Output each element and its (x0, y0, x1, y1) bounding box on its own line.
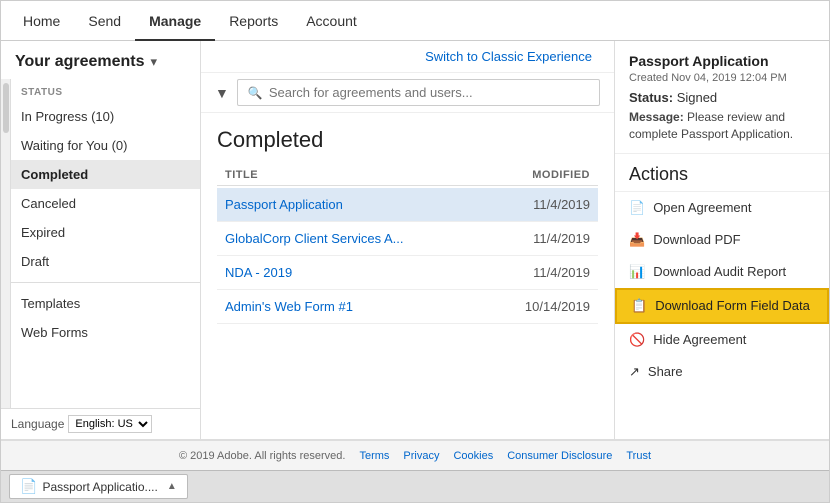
col-header-modified: MODIFIED (500, 169, 590, 181)
center-content: Switch to Classic Experience ▼ 🔍 Complet… (201, 41, 614, 439)
bottom-tab[interactable]: 📄 Passport Applicatio.... ▲ (9, 474, 188, 499)
footer-link-cookies[interactable]: Cookies (453, 450, 493, 462)
search-icon: 🔍 (248, 86, 263, 100)
action-hide-agreement[interactable]: 🚫 Hide Agreement (615, 324, 829, 356)
scroll-thumb (3, 83, 9, 133)
action-open-agreement[interactable]: 📄 Open Agreement (615, 192, 829, 224)
rp-message-row: Message: Please review and complete Pass… (629, 109, 815, 143)
scroll-track[interactable] (1, 79, 11, 408)
action-download-pdf[interactable]: 📥 Download PDF (615, 224, 829, 256)
language-select[interactable]: English: US (68, 415, 152, 433)
footer-link-terms[interactable]: Terms (359, 450, 389, 462)
nav-item-reports[interactable]: Reports (215, 1, 292, 41)
sidebar-item-web-forms[interactable]: Web Forms (11, 318, 200, 347)
action-download-audit-report[interactable]: 📊 Download Audit Report (615, 256, 829, 288)
action-open-label: Open Agreement (653, 200, 751, 215)
sidebar-items: STATUS In Progress (10) Waiting for You … (11, 79, 200, 408)
footer-link-consumer-disclosure[interactable]: Consumer Disclosure (507, 450, 612, 462)
bottom-bar: 📄 Passport Applicatio.... ▲ (1, 470, 829, 502)
sidebar-header[interactable]: Your agreements ▾ (1, 41, 200, 79)
main-body: Your agreements ▾ STATUS In Progress (10… (1, 41, 829, 440)
sidebar-item-draft[interactable]: Draft (11, 247, 200, 276)
chevron-down-icon: ▾ (151, 54, 158, 70)
action-download-form-label: Download Form Field Data (655, 298, 810, 313)
top-nav: Home Send Manage Reports Account (1, 1, 829, 41)
bottom-tab-icon: 📄 (20, 478, 37, 495)
sidebar-section-divider (11, 282, 200, 283)
row-title: Passport Application (225, 197, 500, 212)
bottom-tab-label: Passport Applicatio.... (42, 480, 157, 494)
action-hide-label: Hide Agreement (653, 332, 746, 347)
rp-status-row: Status: Signed (629, 90, 815, 105)
action-download-pdf-label: Download PDF (653, 232, 740, 247)
rp-message-label: Message: (629, 110, 684, 124)
row-title: Admin's Web Form #1 (225, 299, 500, 314)
download-form-icon: 📋 (631, 298, 647, 314)
action-download-form-field-data[interactable]: 📋 Download Form Field Data (615, 288, 829, 324)
sidebar-item-waiting-for-you[interactable]: Waiting for You (0) (11, 131, 200, 160)
sidebar-content: STATUS In Progress (10) Waiting for You … (1, 79, 200, 408)
row-modified: 11/4/2019 (500, 197, 590, 212)
switch-classic-link[interactable]: Switch to Classic Experience (425, 49, 592, 64)
rp-created: Created Nov 04, 2019 12:04 PM (629, 72, 815, 84)
language-selector[interactable]: Language English: US (1, 408, 200, 439)
sidebar-item-in-progress[interactable]: In Progress (10) (11, 102, 200, 131)
search-row: ▼ 🔍 (201, 73, 614, 113)
section-title: Completed (217, 127, 598, 153)
footer-copyright: © 2019 Adobe. All rights reserved. (179, 450, 345, 462)
filter-row: Switch to Classic Experience (201, 41, 614, 73)
download-pdf-icon: 📥 (629, 232, 645, 248)
rp-status-label: Status: (629, 90, 673, 105)
rp-actions-title: Actions (615, 154, 829, 192)
sidebar: Your agreements ▾ STATUS In Progress (10… (1, 41, 201, 439)
row-title: GlobalCorp Client Services A... (225, 231, 500, 246)
row-title: NDA - 2019 (225, 265, 500, 280)
action-download-audit-label: Download Audit Report (653, 264, 786, 279)
sidebar-title: Your agreements (15, 53, 145, 71)
footer: © 2019 Adobe. All rights reserved. Terms… (1, 440, 829, 470)
open-agreement-icon: 📄 (629, 200, 645, 216)
sidebar-item-templates[interactable]: Templates (11, 289, 200, 318)
nav-item-account[interactable]: Account (292, 1, 371, 41)
table-row[interactable]: NDA - 2019 11/4/2019 (217, 256, 598, 290)
rp-actions-section: Actions 📄 Open Agreement 📥 Download PDF … (615, 154, 829, 388)
table-row[interactable]: Passport Application 11/4/2019 (217, 188, 598, 222)
nav-item-manage[interactable]: Manage (135, 1, 215, 41)
row-modified: 11/4/2019 (500, 231, 590, 246)
bottom-tab-chevron[interactable]: ▲ (167, 481, 177, 492)
sidebar-item-expired[interactable]: Expired (11, 218, 200, 247)
right-panel: Passport Application Created Nov 04, 201… (614, 41, 829, 439)
hide-agreement-icon: 🚫 (629, 332, 645, 348)
col-header-title: TITLE (225, 169, 500, 181)
row-modified: 10/14/2019 (500, 299, 590, 314)
agreements-list: Completed TITLE MODIFIED Passport Applic… (201, 113, 614, 439)
rp-status-value: Signed (677, 90, 717, 105)
sidebar-item-canceled[interactable]: Canceled (11, 189, 200, 218)
rp-info: Passport Application Created Nov 04, 201… (615, 41, 829, 154)
nav-item-send[interactable]: Send (74, 1, 135, 41)
table-header: TITLE MODIFIED (217, 165, 598, 186)
nav-item-home[interactable]: Home (9, 1, 74, 41)
action-share-label: Share (648, 364, 683, 379)
sidebar-item-completed[interactable]: Completed (11, 160, 200, 189)
table-row[interactable]: Admin's Web Form #1 10/14/2019 (217, 290, 598, 324)
row-modified: 11/4/2019 (500, 265, 590, 280)
download-audit-icon: 📊 (629, 264, 645, 280)
rp-doc-title: Passport Application (629, 53, 815, 69)
language-label: Language (11, 417, 64, 431)
footer-link-trust[interactable]: Trust (626, 450, 651, 462)
status-section-label: STATUS (11, 79, 200, 102)
filter-icon[interactable]: ▼ (215, 85, 229, 101)
action-share[interactable]: ↗ Share (615, 356, 829, 388)
search-input-wrapper[interactable]: 🔍 (237, 79, 600, 106)
table-row[interactable]: GlobalCorp Client Services A... 11/4/201… (217, 222, 598, 256)
share-icon: ↗ (629, 364, 640, 380)
search-input[interactable] (269, 85, 589, 100)
footer-link-privacy[interactable]: Privacy (403, 450, 439, 462)
